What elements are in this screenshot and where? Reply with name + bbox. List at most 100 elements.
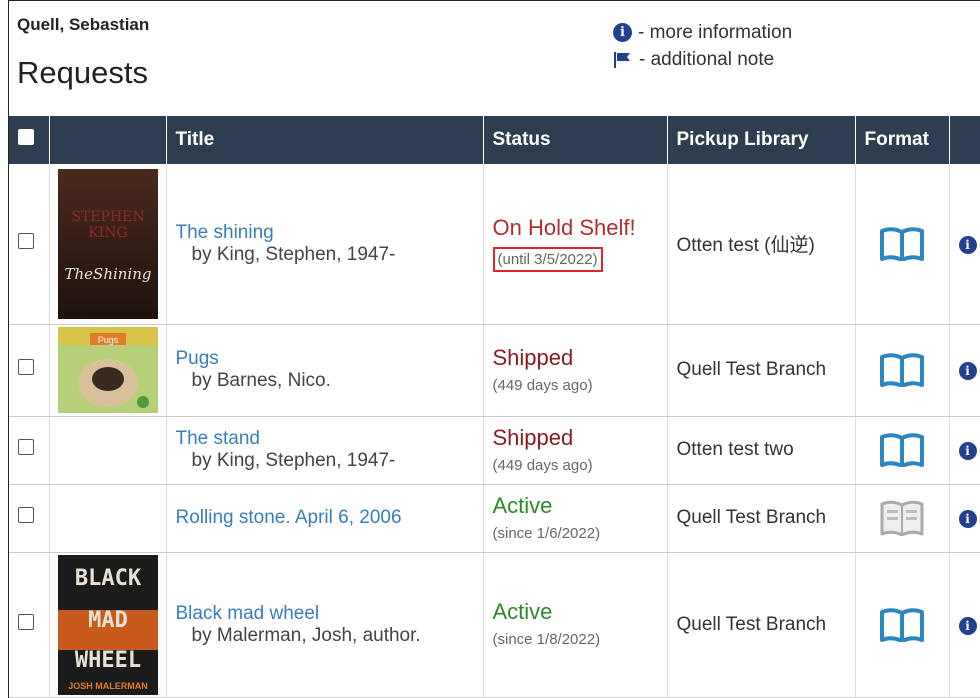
title-cell: Black mad wheel by Malerman, Josh, autho… [166, 552, 484, 698]
row-select-cell [9, 552, 50, 698]
status-label: Shipped [492, 344, 574, 370]
info-icon[interactable]: i [958, 362, 977, 380]
cover-cell: STEPHEN KING TheShining [49, 164, 167, 325]
title-cell: Rolling stone. April 6, 2006 [166, 484, 484, 553]
cover-text: MAD [88, 608, 128, 633]
pickup-library: Otten test two [667, 416, 856, 485]
pickup-library: Quell Test Branch [667, 484, 856, 553]
pickup-library: Quell Test Branch [667, 324, 856, 417]
title-link[interactable]: Rolling stone. April 6, 2006 [176, 507, 474, 529]
row-select-cell [9, 324, 50, 417]
row-checkbox[interactable] [18, 359, 34, 375]
cover-text: STEPHEN [71, 209, 144, 225]
icon-legend: i - more information - additional note [613, 19, 792, 73]
info-cell: i [949, 416, 980, 485]
cover-the-shining[interactable]: STEPHEN KING TheShining [57, 168, 158, 319]
book-icon [880, 353, 924, 387]
cover-text: KING [88, 225, 127, 241]
title-link[interactable]: Black mad wheel [176, 603, 474, 625]
book-icon [880, 607, 924, 642]
cover-cell [49, 416, 167, 485]
status-label: On Hold Shelf! [492, 215, 636, 241]
status-cell: Shipped (449 days ago) [483, 324, 668, 417]
status-cell: Active (since 1/8/2022) [483, 552, 668, 698]
format-cell [855, 552, 950, 698]
row-select-cell [9, 164, 50, 325]
table-row: Rolling stone. April 6, 2006 Active (sin… [9, 484, 980, 553]
row-checkbox[interactable] [18, 439, 34, 455]
status-label: Shipped [492, 424, 574, 450]
status-label: Active [492, 492, 553, 518]
title-link[interactable]: The stand [176, 428, 474, 450]
table-row: The stand by King, Stephen, 1947- Shippe… [9, 416, 980, 485]
status-label: Active [492, 599, 553, 624]
info-cell: i [949, 164, 980, 325]
row-checkbox[interactable] [18, 507, 34, 523]
book-icon [880, 433, 924, 467]
info-cell: i [949, 484, 980, 553]
info-column-header [949, 116, 980, 164]
cover-text: BLACK [74, 566, 141, 591]
status-detail: (since 1/8/2022) [492, 631, 601, 648]
requests-table: Title Status Pickup Library Format STEPH… [9, 116, 980, 698]
status-cell: Active (since 1/6/2022) [483, 484, 668, 553]
select-all-checkbox[interactable] [18, 129, 34, 145]
author-text: by Malerman, Josh, author. [191, 624, 421, 646]
legend-info-row: i - more information [613, 19, 792, 46]
cover-cell [49, 484, 167, 553]
title-link[interactable]: Pugs [176, 348, 474, 370]
status-column-header[interactable]: Status [483, 116, 668, 164]
page-title: Requests [17, 55, 148, 90]
cover-text: WHEEL [74, 648, 140, 673]
title-link[interactable]: The shining [176, 222, 474, 244]
cover-cell: Pugs [49, 324, 167, 417]
format-column-header[interactable]: Format [855, 116, 950, 164]
info-icon: i [613, 23, 632, 42]
info-icon[interactable]: i [958, 510, 977, 528]
title-cell: The shining by King, Stephen, 1947- [166, 164, 484, 325]
info-icon[interactable]: i [958, 616, 977, 635]
row-select-cell [9, 484, 50, 553]
cover-text: JOSH MALERMAN [68, 681, 148, 691]
pickup-column-header[interactable]: Pickup Library [667, 116, 856, 164]
table-row: STEPHEN KING TheShining The shining by K… [9, 164, 980, 325]
title-column-header[interactable]: Title [166, 116, 484, 164]
format-cell [855, 164, 950, 325]
table-row: BLACK MAD WHEEL JOSH MALERMAN Black mad … [9, 552, 980, 698]
requests-page: Quell, Sebastian Requests i - more infor… [8, 0, 980, 698]
author-text: by King, Stephen, 1947- [191, 243, 396, 265]
author-text: by King, Stephen, 1947- [191, 450, 396, 471]
status-detail: (449 days ago) [492, 456, 593, 474]
book-icon [880, 227, 924, 261]
format-cell [855, 484, 950, 553]
cover-pugs[interactable]: Pugs [57, 327, 158, 413]
title-cell: Pugs by Barnes, Nico. [166, 324, 484, 417]
status-detail: (449 days ago) [492, 376, 593, 394]
legend-info-text: - more information [638, 22, 793, 43]
info-icon[interactable]: i [958, 442, 977, 460]
cover-cell: BLACK MAD WHEEL JOSH MALERMAN [49, 552, 167, 698]
cover-text: Pugs [97, 335, 118, 345]
cover-text: TheShining [64, 265, 151, 283]
status-detail: (until 3/5/2022) [492, 247, 603, 273]
row-select-cell [9, 416, 50, 485]
row-checkbox[interactable] [18, 232, 34, 249]
select-all-cell [9, 116, 50, 164]
pickup-library: Quell Test Branch [667, 552, 856, 698]
author-text: by Barnes, Nico. [191, 370, 331, 391]
status-detail: (since 1/6/2022) [492, 524, 601, 542]
format-cell [855, 324, 950, 417]
legend-note-row: - additional note [613, 46, 792, 73]
cover-column-header [49, 116, 167, 164]
cover-black-mad-wheel[interactable]: BLACK MAD WHEEL JOSH MALERMAN [57, 554, 158, 695]
magazine-icon [880, 500, 924, 536]
table-row: Pugs Pugs by Barnes, Nico. Shipped (449 … [9, 324, 980, 417]
pickup-library: Otten test (仙逆) [667, 164, 856, 325]
flag-icon [614, 51, 630, 68]
legend-note-text: - additional note [639, 49, 775, 70]
table-header-row: Title Status Pickup Library Format [9, 116, 980, 164]
row-checkbox[interactable] [18, 613, 34, 630]
status-cell: On Hold Shelf! (until 3/5/2022) [483, 164, 668, 325]
patron-name: Quell, Sebastian [17, 15, 150, 34]
info-icon[interactable]: i [958, 235, 977, 254]
